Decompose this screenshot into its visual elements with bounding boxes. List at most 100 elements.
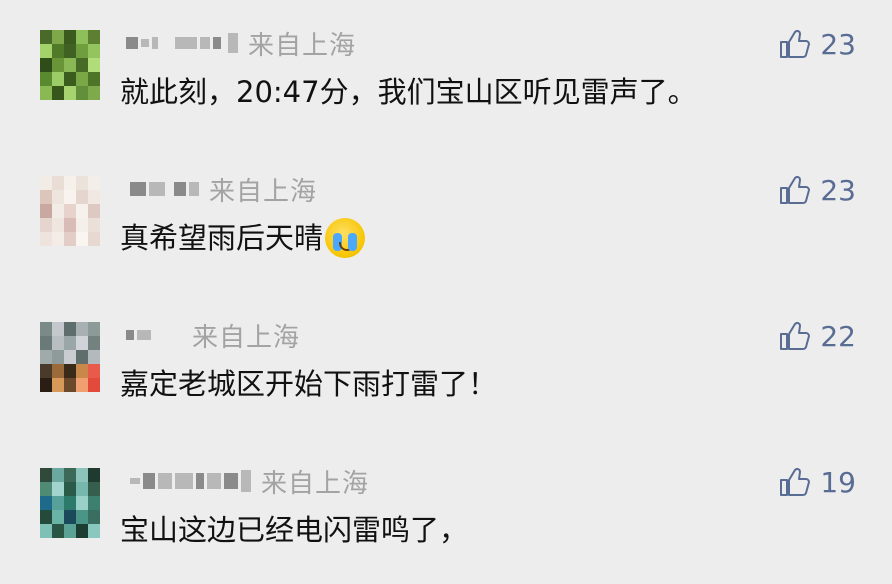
comment-text: 嘉定老城区开始下雨打雷了！ <box>120 367 498 401</box>
avatar-mosaic-cell <box>64 378 76 392</box>
avatar-mosaic-cell <box>52 72 64 86</box>
masked-username[interactable] <box>126 33 238 53</box>
avatar-mosaic-cell <box>52 218 64 232</box>
avatar-mosaic-cell <box>76 350 88 364</box>
avatar-mosaic-cell <box>76 336 88 350</box>
avatar-mosaic-cell <box>88 30 100 44</box>
like-button[interactable]: 22 <box>778 317 856 355</box>
avatar-mosaic-cell <box>76 58 88 72</box>
avatar-mosaic-cell <box>52 30 64 44</box>
avatar-mosaic-cell <box>40 204 52 218</box>
avatar-mosaic-cell <box>88 496 100 510</box>
avatar-mosaic-cell <box>52 336 64 350</box>
thumbs-up-icon <box>780 467 811 496</box>
avatar-mosaic-cell <box>52 204 64 218</box>
avatar-mosaic-cell <box>88 218 100 232</box>
avatar-mosaic-cell <box>40 322 52 336</box>
avatar-mosaic-cell <box>76 204 88 218</box>
avatar-mosaic-cell <box>64 336 76 350</box>
comment-meta: 来自上海 <box>130 463 369 499</box>
avatar-mosaic-cell <box>40 190 52 204</box>
like-count: 23 <box>820 173 856 207</box>
avatar-mosaic-cell <box>76 44 88 58</box>
avatar-mosaic-cell <box>64 218 76 232</box>
avatar-mosaic-cell <box>52 468 64 482</box>
location-label: 来自上海 <box>209 176 318 207</box>
avatar-mosaic-cell <box>76 496 88 510</box>
avatar-mosaic-cell <box>64 86 76 100</box>
avatar-mosaic-cell <box>40 524 52 538</box>
avatar-mosaic-cell <box>64 322 76 336</box>
comment-text: 就此刻，20:47分，我们宝山区听见雷声了。 <box>120 75 697 109</box>
avatar-mosaic-cell <box>64 58 76 72</box>
avatar-mosaic-cell <box>88 86 100 100</box>
avatar-mosaic-cell <box>52 482 64 496</box>
avatar-mosaic-cell <box>52 232 64 246</box>
avatar-mosaic-cell <box>88 378 100 392</box>
like-button[interactable]: 19 <box>778 463 856 501</box>
avatar-mosaic-cell <box>40 218 52 232</box>
avatar-mosaic-cell <box>52 524 64 538</box>
masked-username[interactable] <box>130 470 251 492</box>
avatar-mosaic-cell <box>88 336 100 350</box>
avatar-mosaic-cell <box>40 176 52 190</box>
avatar-mosaic-cell <box>52 510 64 524</box>
like-button[interactable]: 23 <box>778 171 856 209</box>
avatar-mosaic-cell <box>64 176 76 190</box>
avatar-mosaic-cell <box>40 350 52 364</box>
avatar-mosaic-cell <box>40 510 52 524</box>
comment-text-content: 真希望雨后天晴 <box>120 221 324 255</box>
avatar-mosaic-cell <box>52 176 64 190</box>
avatar-mosaic-cell <box>64 204 76 218</box>
avatar-mosaic-cell <box>40 44 52 58</box>
location-label: 来自上海 <box>248 30 357 61</box>
avatar-mosaic-cell <box>64 350 76 364</box>
like-count: 22 <box>820 319 856 353</box>
avatar-mosaic-cell <box>64 510 76 524</box>
avatar-mosaic-cell <box>40 482 52 496</box>
masked-username[interactable] <box>130 182 199 196</box>
avatar-mosaic-cell <box>64 44 76 58</box>
like-count: 19 <box>820 465 856 499</box>
avatar-mosaic-cell <box>40 364 52 378</box>
avatar[interactable] <box>40 468 100 538</box>
comment-item: 来自上海 嘉定老城区开始下雨打雷了！ 22 <box>0 292 892 438</box>
comment-item: 来自上海 宝山这边已经电闪雷鸣了， 19 <box>0 438 892 584</box>
masked-username[interactable] <box>126 330 182 340</box>
avatar-mosaic-cell <box>76 468 88 482</box>
avatar-mosaic-cell <box>64 232 76 246</box>
avatar-mosaic-cell <box>40 336 52 350</box>
location-label: 来自上海 <box>192 322 301 353</box>
avatar[interactable] <box>40 30 100 100</box>
comment-meta: 来自上海 <box>126 25 356 61</box>
avatar-mosaic-cell <box>64 72 76 86</box>
avatar-mosaic-cell <box>52 190 64 204</box>
avatar[interactable] <box>40 176 100 246</box>
comment-list: 来自上海 就此刻，20:47分，我们宝山区听见雷声了。 23 来自上海 真希望雨… <box>0 0 892 574</box>
avatar-mosaic-cell <box>76 190 88 204</box>
avatar-mosaic-cell <box>88 482 100 496</box>
avatar-mosaic-cell <box>52 58 64 72</box>
like-button[interactable]: 23 <box>778 25 856 63</box>
avatar-mosaic-cell <box>64 524 76 538</box>
avatar-mosaic-cell <box>88 350 100 364</box>
avatar-mosaic-cell <box>52 322 64 336</box>
thumbs-up-icon <box>780 321 811 350</box>
avatar-mosaic-cell <box>64 190 76 204</box>
comment-meta: 来自上海 <box>126 317 300 353</box>
avatar-mosaic-cell <box>52 364 64 378</box>
avatar-mosaic-cell <box>76 322 88 336</box>
avatar-mosaic-cell <box>40 378 52 392</box>
avatar-mosaic-cell <box>76 524 88 538</box>
avatar-mosaic-cell <box>76 72 88 86</box>
comment-item: 来自上海 真希望雨后天晴 23 <box>0 146 892 292</box>
avatar-mosaic-cell <box>40 30 52 44</box>
avatar-mosaic-cell <box>88 190 100 204</box>
avatar-mosaic-cell <box>76 218 88 232</box>
avatar-mosaic-cell <box>76 364 88 378</box>
comment-text: 真希望雨后天晴 <box>120 216 366 260</box>
like-count: 23 <box>820 27 856 61</box>
avatar-mosaic-cell <box>76 482 88 496</box>
avatar-mosaic-cell <box>88 204 100 218</box>
avatar[interactable] <box>40 322 100 392</box>
